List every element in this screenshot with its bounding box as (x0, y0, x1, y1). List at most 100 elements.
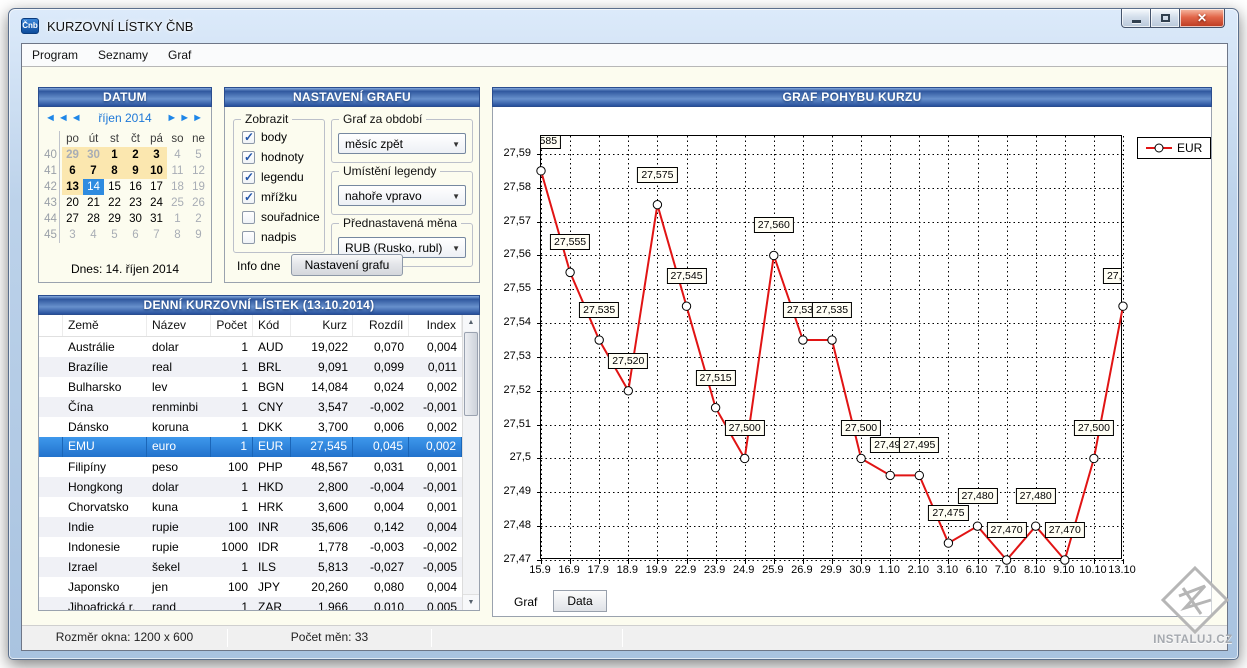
calendar-day[interactable]: 27 (62, 211, 83, 227)
checkbox-hodnoty[interactable]: hodnoty (242, 150, 304, 164)
column-header-k-d[interactable]: Kód (253, 315, 291, 336)
menu-item-graf[interactable]: Graf (158, 45, 201, 65)
calendar-day[interactable]: 2 (188, 211, 209, 227)
column-header-status[interactable] (39, 315, 63, 336)
checkbox-sou-adnice[interactable]: souřadnice (242, 210, 320, 224)
calendar-day[interactable]: 5 (188, 147, 209, 163)
calendar-day[interactable]: 21 (83, 195, 104, 211)
cell-index: 0,001 (409, 500, 462, 514)
calendar-day[interactable]: 4 (167, 147, 188, 163)
scroll-up-button[interactable]: ▲ (463, 315, 479, 331)
calendar-day[interactable]: 30 (125, 211, 146, 227)
checkbox-box-body[interactable] (242, 131, 255, 144)
calendar-day[interactable]: 9 (188, 227, 209, 243)
column-header-index[interactable]: Index (409, 315, 462, 336)
calendar-day[interactable]: 14 (83, 179, 104, 195)
checkbox-m-ku[interactable]: mřížku (242, 190, 297, 204)
calendar-day[interactable]: 25 (167, 195, 188, 211)
calendar-day[interactable]: 5 (104, 227, 125, 243)
tab-graf[interactable]: Graf (501, 592, 550, 612)
calendar-day[interactable]: 19 (188, 179, 209, 195)
checkbox-box-legendu[interactable] (242, 171, 255, 184)
calendar-day[interactable]: 17 (146, 179, 167, 195)
next-month-button[interactable]: ► (166, 112, 179, 124)
dropdown-um-st-n-legendy[interactable]: nahoře vpravo▼ (338, 185, 466, 206)
rates-table-scrollbar[interactable]: ▲ ▼ (462, 315, 479, 610)
column-header-n-zev[interactable]: Název (147, 315, 211, 336)
cell-pocet: 1 (211, 500, 253, 514)
checkbox-nadpis[interactable]: nadpis (242, 230, 296, 244)
table-row-zar[interactable]: Jihoafrická r.rand1ZAR1,9660,0100,005 (39, 597, 462, 610)
calendar-day[interactable]: 7 (146, 227, 167, 243)
calendar-day[interactable]: 12 (188, 163, 209, 179)
chart-settings-button[interactable]: Nastavení grafu (291, 254, 403, 276)
table-row-ils[interactable]: Izraelšekel1ILS5,813-0,027-0,005 (39, 557, 462, 577)
dropdown-graf-za-obdob-[interactable]: měsíc zpět▼ (338, 133, 466, 154)
calendar-day[interactable]: 7 (83, 163, 104, 179)
minimize-button[interactable] (1121, 9, 1151, 28)
table-row-aud[interactable]: Austráliedolar1AUD19,0220,0700,004 (39, 337, 462, 357)
table-row-brl[interactable]: Brazíliereal1BRL9,0910,0990,011 (39, 357, 462, 377)
calendar-day[interactable]: 23 (125, 195, 146, 211)
table-row-cny[interactable]: Čínarenminbi1CNY3,547-0,002-0,001 (39, 397, 462, 417)
calendar-day[interactable]: 8 (167, 227, 188, 243)
calendar-day[interactable]: 26 (188, 195, 209, 211)
close-button[interactable]: ✕ (1179, 9, 1225, 28)
table-row-hkd[interactable]: Hongkongdolar1HKD2,800-0,004-0,001 (39, 477, 462, 497)
panel-chart-settings-header: NASTAVENÍ GRAFU (224, 87, 480, 107)
calendar-day[interactable]: 9 (125, 163, 146, 179)
next-year-button[interactable]: ►► (179, 112, 205, 124)
calendar-day[interactable]: 6 (125, 227, 146, 243)
tab-data[interactable]: Data (553, 590, 606, 612)
table-row-php[interactable]: Filipínypeso100PHP48,5670,0310,001 (39, 457, 462, 477)
calendar-day[interactable]: 15 (104, 179, 125, 195)
calendar-day[interactable]: 18 (167, 179, 188, 195)
checkbox-box-nadpis[interactable] (242, 231, 255, 244)
menu-item-seznamy[interactable]: Seznamy (88, 45, 158, 65)
calendar-day[interactable]: 11 (167, 163, 188, 179)
menu-item-program[interactable]: Program (22, 45, 88, 65)
scroll-down-button[interactable]: ▼ (463, 594, 479, 610)
column-header-kurz[interactable]: Kurz (291, 315, 353, 336)
scrollbar-thumb[interactable] (464, 332, 478, 416)
table-row-idr[interactable]: Indonesierupie1000IDR1,778-0,003-0,002 (39, 537, 462, 557)
calendar-day[interactable]: 29 (62, 147, 83, 163)
checkbox-body[interactable]: body (242, 130, 287, 144)
calendar-day[interactable]: 28 (83, 211, 104, 227)
calendar-day[interactable]: 3 (146, 147, 167, 163)
table-row-hrk[interactable]: Chorvatskokuna1HRK3,6000,0040,001 (39, 497, 462, 517)
table-row-jpy[interactable]: Japonskojen100JPY20,2600,0800,004 (39, 577, 462, 597)
calendar-day[interactable]: 3 (62, 227, 83, 243)
calendar-day[interactable]: 31 (146, 211, 167, 227)
calendar-day[interactable]: 24 (146, 195, 167, 211)
column-header-po-et[interactable]: Počet (211, 315, 253, 336)
calendar-day[interactable]: 30 (83, 147, 104, 163)
point-label-15.9: 27,585 (541, 136, 561, 149)
checkbox-label: nadpis (261, 230, 296, 244)
checkbox-box-sou-adnice[interactable] (242, 211, 255, 224)
table-row-dkk[interactable]: Dánskokoruna1DKK3,7000,0060,002 (39, 417, 462, 437)
table-row-inr[interactable]: Indierupie100INR35,6060,1420,004 (39, 517, 462, 537)
calendar-day[interactable]: 1 (104, 147, 125, 163)
calendar-day[interactable]: 20 (62, 195, 83, 211)
calendar-day[interactable]: 13 (62, 179, 83, 195)
table-row-eur[interactable]: EMUeuro1EUR27,5450,0450,002 (39, 437, 462, 457)
calendar-day[interactable]: 2 (125, 147, 146, 163)
week-number: 40 (42, 147, 60, 163)
checkbox-box-hodnoty[interactable] (242, 151, 255, 164)
calendar-day[interactable]: 4 (83, 227, 104, 243)
column-header-rozd-l[interactable]: Rozdíl (353, 315, 409, 336)
checkbox-legendu[interactable]: legendu (242, 170, 304, 184)
cell-zeme: Indie (63, 520, 147, 534)
calendar-day[interactable]: 10 (146, 163, 167, 179)
calendar-day[interactable]: 22 (104, 195, 125, 211)
table-row-bgn[interactable]: Bulharskolev1BGN14,0840,0240,002 (39, 377, 462, 397)
calendar-day[interactable]: 6 (62, 163, 83, 179)
calendar-day[interactable]: 1 (167, 211, 188, 227)
column-header-zem-[interactable]: Země (63, 315, 147, 336)
checkbox-box-m-ku[interactable] (242, 191, 255, 204)
maximize-button[interactable] (1151, 9, 1179, 28)
calendar-day[interactable]: 8 (104, 163, 125, 179)
calendar-day[interactable]: 29 (104, 211, 125, 227)
calendar-day[interactable]: 16 (125, 179, 146, 195)
